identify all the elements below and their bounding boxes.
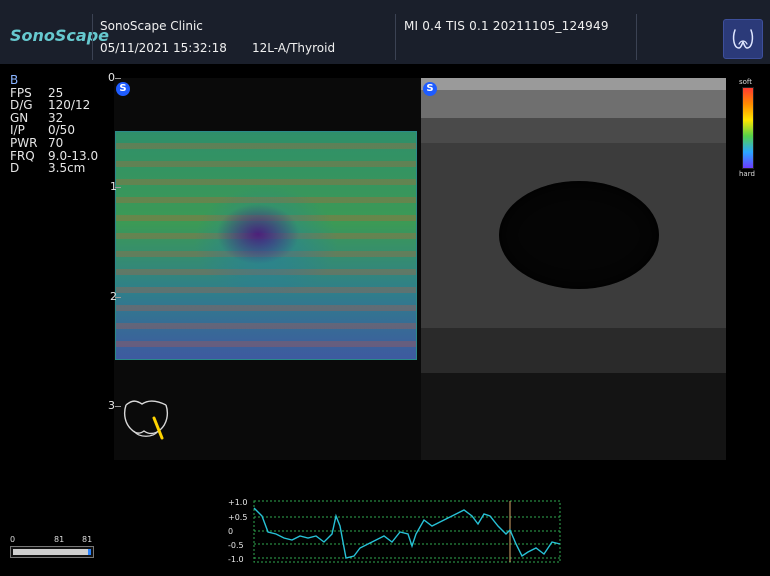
scale-bar-end: [88, 549, 91, 555]
strain-trace: +1.0 +0.5 0 -0.5 -1.0: [220, 498, 565, 566]
param-value: 3.5cm: [48, 161, 86, 176]
colorbar-bottom-label: hard: [739, 170, 755, 178]
scale-left: 0: [10, 535, 16, 544]
thyroid-icon: [723, 19, 763, 59]
param-row: D 3.5cm: [10, 162, 98, 175]
pane-badge-icon: S: [116, 82, 130, 96]
param-value: 120/12: [48, 98, 91, 113]
param-row: PWR 70: [10, 137, 98, 150]
trace-label: -0.5: [228, 541, 244, 550]
depth-tick: [115, 78, 121, 79]
header-separator: [92, 14, 93, 60]
probe-preset: 12L-A/Thyroid: [252, 41, 336, 55]
trace-label: -1.0: [228, 555, 244, 564]
depth-label: 0: [108, 71, 115, 84]
scale-right: 81: [82, 535, 93, 544]
scale-bar: [10, 546, 94, 558]
scale-mid: 81: [54, 535, 65, 544]
depth-tick: [115, 187, 121, 188]
header-separator: [395, 14, 396, 60]
brand-logo: SonoScape: [10, 26, 110, 45]
header-separator: [636, 14, 637, 60]
elastography-roi[interactable]: [115, 131, 417, 360]
trace-label: +1.0: [228, 498, 248, 507]
depth-label: 3: [108, 399, 115, 412]
exam-datetime: 05/11/2021 15:32:18: [100, 41, 227, 55]
param-key: PWR: [10, 135, 38, 150]
clinic-name: SonoScape Clinic: [100, 19, 203, 33]
trace-label: 0: [228, 527, 234, 536]
probe-position-icon: [120, 398, 172, 442]
depth-tick: [115, 297, 121, 298]
ultrasound-viewport[interactable]: S S: [114, 78, 726, 460]
pane-badge-icon: S: [423, 82, 437, 96]
param-row: D/G 120/12: [10, 99, 98, 112]
colorbar-top-label: soft: [739, 78, 753, 86]
bottom-scale: 0 81 81: [10, 535, 96, 563]
trace-label: +0.5: [228, 513, 248, 522]
param-value: 70: [48, 135, 64, 150]
imaging-parameters: B FPS 25 D/G 120/12 GN 32 I/P 0/50 PWR 7…: [10, 74, 98, 175]
stiffness-colorbar: [742, 87, 754, 169]
param-key: D/G: [10, 98, 33, 113]
param-key: D: [10, 161, 20, 176]
mode-label: B: [10, 73, 19, 87]
scale-bar-fill: [13, 549, 91, 555]
safety-and-id: MI 0.4 TIS 0.1 20211105_124949: [404, 19, 609, 33]
top-header: SonoScape SonoScape Clinic 05/11/2021 15…: [0, 0, 770, 64]
lesion-region: [499, 181, 659, 289]
